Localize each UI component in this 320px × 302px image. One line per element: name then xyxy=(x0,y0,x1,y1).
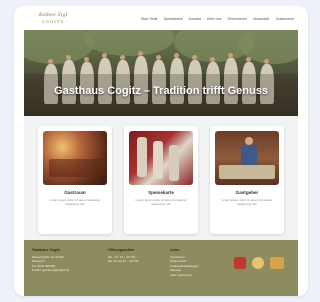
feature-card-speisekarte[interactable]: Speisekarte Lorem ipsum dolor sit amet c… xyxy=(124,126,198,234)
header: Kolbes Sigl COGITZ Start Seite Speisekar… xyxy=(24,10,298,30)
nav-item-vouchers[interactable]: Gutscheine xyxy=(276,17,294,21)
gastgeber-image xyxy=(215,131,279,185)
website-screenshot: Kolbes Sigl COGITZ Start Seite Speisekar… xyxy=(24,10,298,296)
logo-script: Kolbes Sigl xyxy=(38,12,68,18)
nav-item-contact[interactable]: Kontakt xyxy=(189,17,201,21)
partner-badge-gold[interactable] xyxy=(252,257,264,269)
feature-card-gastgeber[interactable]: Gastgeber Lorem ipsum dolor sit amet con… xyxy=(210,126,284,234)
nav-item-events[interactable]: Veranstalt. xyxy=(253,17,270,21)
nav-item-reserve[interactable]: Reservieren xyxy=(227,17,246,21)
hero-banner: Gasthaus Cogitz – Tradition trifft Genus… xyxy=(24,30,298,116)
feature-title: Gastraum xyxy=(64,190,86,195)
logo-subtitle: COGITZ xyxy=(41,19,65,24)
footer-link-reserve[interactable]: Jetzt reservieren xyxy=(170,273,198,277)
feature-text: Lorem ipsum dolor sit amet consetetur sa… xyxy=(221,198,273,206)
feature-text: Lorem ipsum dolor sit amet consetetur sa… xyxy=(49,198,101,206)
partner-badge-orange[interactable] xyxy=(270,257,284,269)
footer-line: Sa, So: ab 10 – 23 Uhr xyxy=(108,259,139,264)
main-nav: Start Seite Speisekarte Kontakt Über uns… xyxy=(141,17,294,21)
logo[interactable]: Kolbes Sigl COGITZ xyxy=(30,12,76,28)
feature-text: Lorem ipsum dolor sit amet consetetur sa… xyxy=(135,198,187,206)
footer: Gasthaus Cogitz Musterstraße 12, 01234 M… xyxy=(24,240,298,296)
nav-item-about[interactable]: Über uns xyxy=(207,17,222,21)
footer-links: Links Impressum Datenschutz Cookie-Einst… xyxy=(170,248,198,277)
feature-title: Gastgeber xyxy=(235,190,259,195)
feature-title: Speisekarte xyxy=(148,190,174,195)
footer-heading: Gasthaus Cogitz xyxy=(32,248,61,252)
footer-line[interactable]: E-Mail: gasthaus@cogitz.de xyxy=(32,268,69,272)
features-section: Gastraum Lorem ipsum dolor sit amet cons… xyxy=(24,116,298,240)
speisekarte-image xyxy=(129,131,193,185)
footer-heading: Öffnungszeiten xyxy=(108,248,135,252)
hero-title: Gasthaus Cogitz – Tradition trifft Genus… xyxy=(54,85,268,97)
footer-heading: Links xyxy=(170,248,180,252)
nav-item-menu[interactable]: Speisekarte xyxy=(164,17,183,21)
partner-badge-red[interactable] xyxy=(234,257,246,269)
nav-item-start[interactable]: Start Seite xyxy=(141,17,158,21)
gastraum-image xyxy=(43,131,107,185)
footer-address: Gasthaus Cogitz Musterstraße 12, 01234 M… xyxy=(32,248,69,273)
footer-hours: Öffnungszeiten Mo – Fr: 11 – 22 Uhr Sa, … xyxy=(108,248,139,264)
feature-card-gastraum[interactable]: Gastraum Lorem ipsum dolor sit amet cons… xyxy=(38,126,112,234)
